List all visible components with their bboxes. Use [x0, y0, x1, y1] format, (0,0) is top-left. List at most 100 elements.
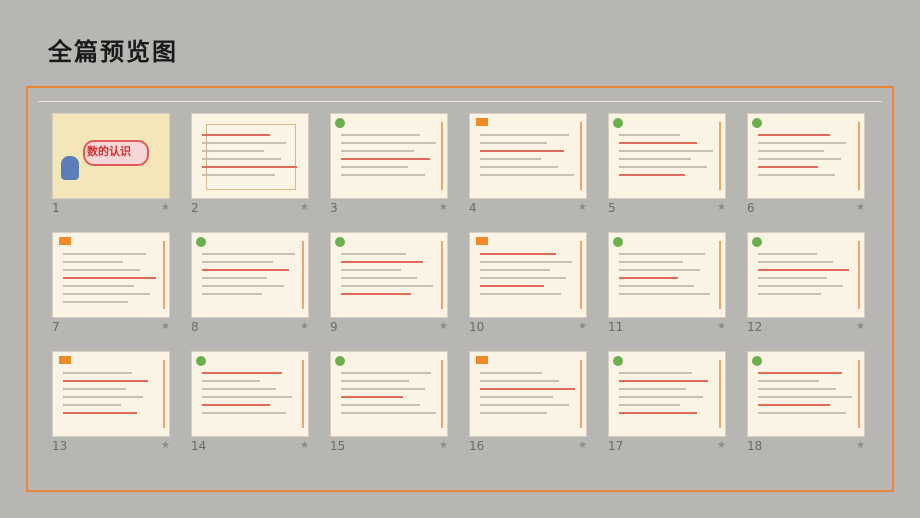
text-line: [480, 285, 545, 287]
slide-preview[interactable]: 数的认识: [52, 113, 170, 199]
text-line: [619, 158, 691, 160]
slide-preview[interactable]: [608, 351, 726, 437]
star-icon[interactable]: ★: [578, 321, 587, 332]
star-icon[interactable]: ★: [300, 202, 309, 213]
star-icon[interactable]: ★: [439, 202, 448, 213]
slide-thumbnail[interactable]: 12 ★: [747, 232, 865, 339]
slide-thumbnail[interactable]: 4 ★: [469, 113, 587, 220]
slide-thumbnail[interactable]: 数的认识 1 ★: [52, 113, 170, 220]
text-line: [619, 293, 711, 295]
star-icon[interactable]: ★: [161, 321, 170, 332]
slide-thumbnail[interactable]: 7 ★: [52, 232, 170, 339]
slide-thumbnail[interactable]: 10 ★: [469, 232, 587, 339]
star-icon[interactable]: ★: [161, 440, 170, 451]
text-line: [341, 293, 412, 295]
slide-number: 9: [330, 320, 338, 334]
slide-preview[interactable]: [52, 232, 170, 318]
slide-thumbnail[interactable]: 8 ★: [191, 232, 309, 339]
text-line: [619, 261, 684, 263]
slide-preview[interactable]: [469, 351, 587, 437]
leaf-icon: [196, 237, 206, 247]
star-icon[interactable]: ★: [439, 440, 448, 451]
text-line: [619, 396, 703, 398]
section-tag-icon: [59, 237, 71, 245]
mascot-icon: [61, 156, 79, 180]
slide-thumbnail[interactable]: 3 ★: [330, 113, 448, 220]
star-icon[interactable]: ★: [856, 321, 865, 332]
slide-thumbnail[interactable]: 9 ★: [330, 232, 448, 339]
text-line: [202, 134, 271, 136]
star-icon[interactable]: ★: [856, 202, 865, 213]
text-line: [758, 380, 820, 382]
text-line: [63, 388, 127, 390]
slide-thumbnail[interactable]: 5 ★: [608, 113, 726, 220]
text-line: [341, 372, 432, 374]
slide-preview[interactable]: [747, 351, 865, 437]
content-lines: [202, 128, 298, 182]
text-line: [341, 174, 425, 176]
slide-preview[interactable]: [191, 232, 309, 318]
content-lines: [480, 247, 576, 301]
accent-bar: [719, 122, 721, 190]
accent-bar: [580, 122, 582, 190]
slide-preview[interactable]: [469, 232, 587, 318]
star-icon[interactable]: ★: [717, 202, 726, 213]
slide-preview[interactable]: [191, 351, 309, 437]
slide-thumbnail[interactable]: 18 ★: [747, 351, 865, 458]
slide-preview[interactable]: [608, 232, 726, 318]
accent-bar: [441, 122, 443, 190]
slide-preview[interactable]: [52, 351, 170, 437]
text-line: [202, 150, 265, 152]
accent-bar: [580, 241, 582, 309]
slide-preview[interactable]: [608, 113, 726, 199]
accent-bar: [719, 360, 721, 428]
slide-preview[interactable]: [191, 113, 309, 199]
text-line: [63, 277, 157, 279]
star-icon[interactable]: ★: [300, 321, 309, 332]
slide-thumbnail[interactable]: 6 ★: [747, 113, 865, 220]
text-line: [619, 174, 686, 176]
text-line: [341, 269, 401, 271]
text-line: [758, 253, 817, 255]
leaf-icon: [196, 356, 206, 366]
leaf-icon: [752, 356, 762, 366]
slide-thumbnail[interactable]: 15 ★: [330, 351, 448, 458]
text-line: [480, 269, 551, 271]
star-icon[interactable]: ★: [856, 440, 865, 451]
slide-preview[interactable]: [330, 351, 448, 437]
text-line: [341, 277, 417, 279]
cover-title: 数的认识: [87, 145, 131, 158]
star-icon[interactable]: ★: [578, 202, 587, 213]
star-icon[interactable]: ★: [161, 202, 170, 213]
slide-preview[interactable]: [469, 113, 587, 199]
slide-thumbnail[interactable]: 17 ★: [608, 351, 726, 458]
star-icon[interactable]: ★: [439, 321, 448, 332]
star-icon[interactable]: ★: [300, 440, 309, 451]
text-line: [341, 253, 407, 255]
text-line: [202, 142, 287, 144]
slide-preview[interactable]: [330, 113, 448, 199]
slide-thumbnail[interactable]: 13 ★: [52, 351, 170, 458]
text-line: [202, 285, 284, 287]
text-line: [480, 142, 548, 144]
slide-thumbnail[interactable]: 2 ★: [191, 113, 309, 220]
star-icon[interactable]: ★: [717, 440, 726, 451]
text-line: [619, 150, 714, 152]
text-line: [202, 158, 281, 160]
slide-thumbnail[interactable]: 16 ★: [469, 351, 587, 458]
slide-thumbnail[interactable]: 11 ★: [608, 232, 726, 339]
section-tag-icon: [476, 356, 488, 364]
slide-preview[interactable]: [747, 113, 865, 199]
star-icon[interactable]: ★: [717, 321, 726, 332]
text-line: [480, 158, 542, 160]
content-lines: [619, 366, 715, 420]
slide-preview[interactable]: [747, 232, 865, 318]
slide-preview[interactable]: [330, 232, 448, 318]
slide-thumbnail[interactable]: 14 ★: [191, 351, 309, 458]
star-icon[interactable]: ★: [578, 440, 587, 451]
leaf-icon: [335, 237, 345, 247]
text-line: [202, 174, 275, 176]
accent-bar: [163, 241, 165, 309]
section-tag-icon: [476, 237, 488, 245]
content-lines: [758, 128, 854, 182]
